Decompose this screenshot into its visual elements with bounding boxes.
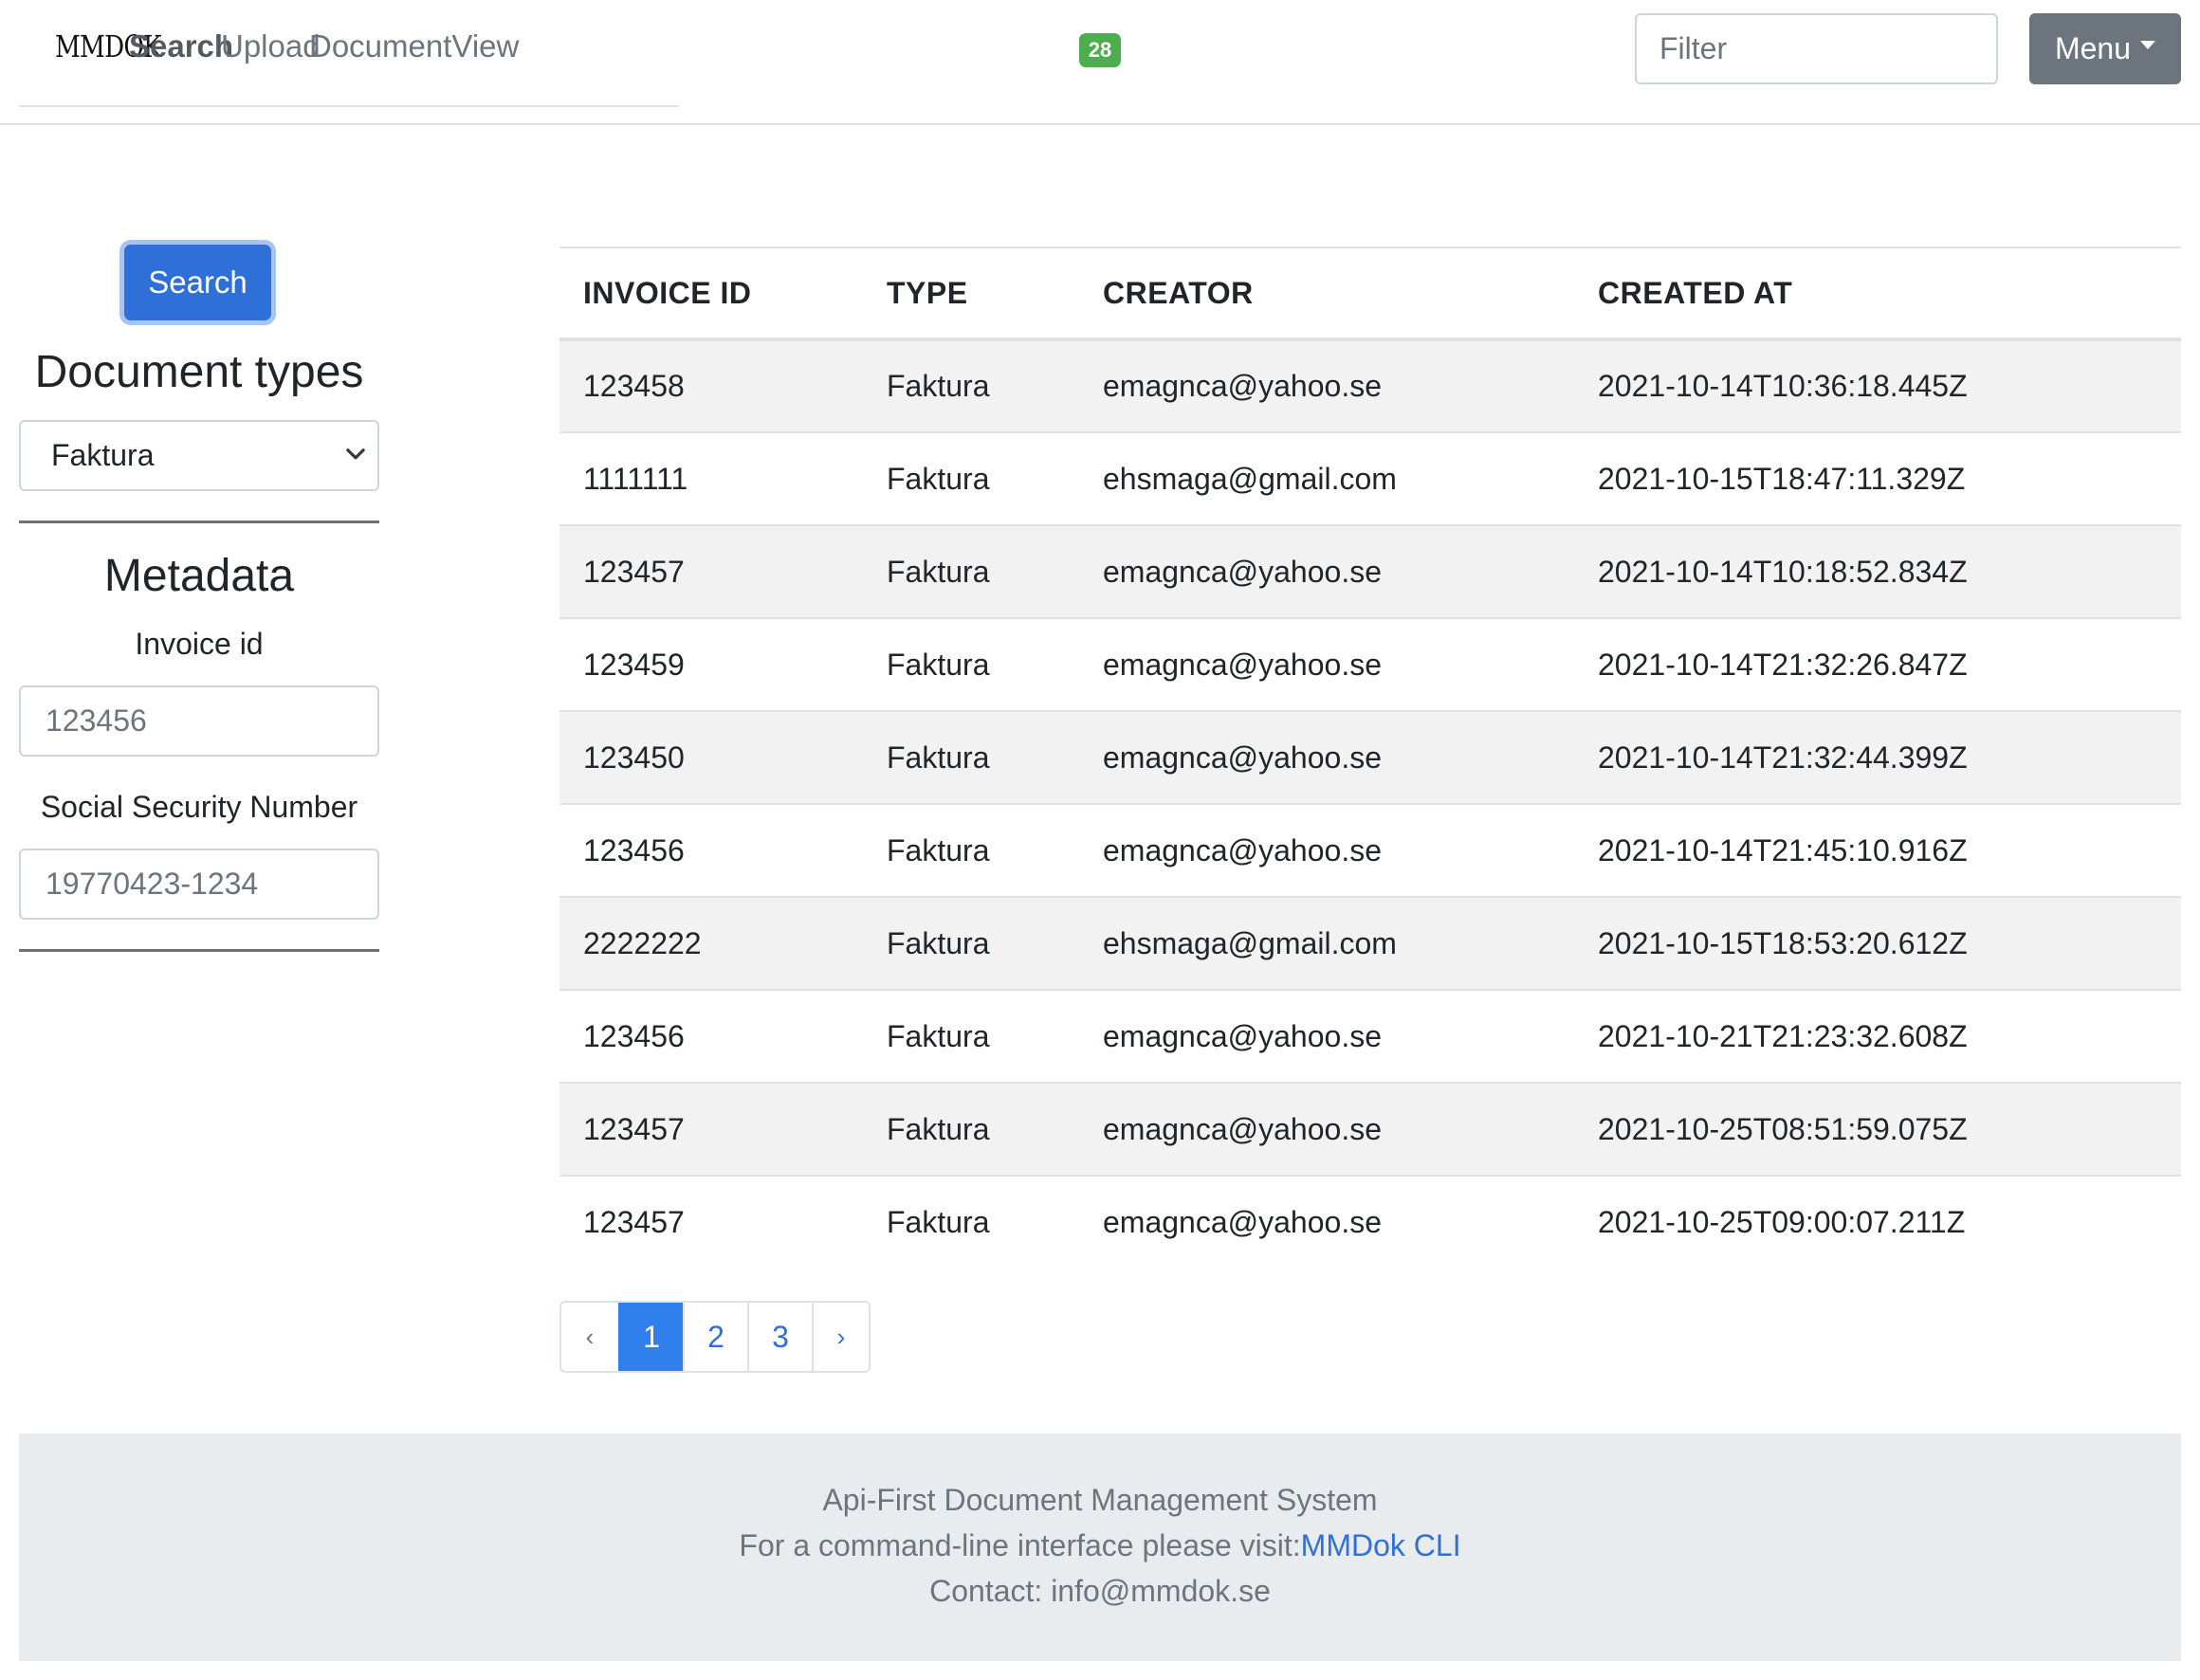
cell-invoice-id: 123458: [559, 338, 863, 432]
cell-type: Faktura: [863, 524, 1079, 618]
cell-invoice-id: 123456: [559, 803, 863, 897]
invoice-id-label: Invoice id: [135, 627, 264, 661]
table-row[interactable]: 2222222 Faktura ehsmaga@gmail.com 2021-10-1…: [559, 896, 2181, 990]
invoice-id-input[interactable]: [19, 685, 379, 757]
menu-dropdown-button[interactable]: Menu: [2029, 13, 2181, 84]
page-footer: Api-First Document Management System For…: [19, 1433, 2181, 1661]
cell-invoice-id: 123450: [559, 710, 863, 804]
cell-creator: emagnca@yahoo.se: [1079, 617, 1574, 711]
header-type[interactable]: TYPE: [863, 247, 1079, 341]
count-badge: 28: [1079, 33, 1121, 67]
cell-created-at: 2021-10-14T21:32:26.847Z: [1574, 617, 2181, 711]
cell-creator: ehsmaga@gmail.com: [1079, 896, 1574, 990]
cell-invoice-id: 1111111: [559, 431, 863, 525]
cell-invoice-id: 123457: [559, 1175, 863, 1269]
pagination-page-2[interactable]: 2: [683, 1303, 747, 1371]
chevron-down-icon: [346, 448, 365, 460]
table-row[interactable]: 1111111 Faktura ehsmaga@gmail.com 2021-10-1…: [559, 431, 2181, 525]
cell-created-at: 2021-10-14T10:18:52.834Z: [1574, 524, 2181, 618]
sidebar-divider: [19, 949, 379, 952]
cell-invoice-id: 123457: [559, 1082, 863, 1176]
cell-created-at: 2021-10-15T18:53:20.612Z: [1574, 896, 2181, 990]
ssn-label: Social Security Number: [40, 790, 358, 824]
cell-created-at: 2021-10-14T10:36:18.445Z: [1574, 338, 2181, 432]
header-invoice-id[interactable]: INVOICE ID: [559, 247, 863, 341]
cell-creator: ehsmaga@gmail.com: [1079, 431, 1574, 525]
document-type-select[interactable]: Faktura: [19, 420, 379, 491]
cell-creator: emagnca@yahoo.se: [1079, 1082, 1574, 1176]
document-type-selected: Faktura: [51, 438, 155, 472]
header-creator[interactable]: CREATOR: [1079, 247, 1574, 341]
footer-contact: Contact: info@mmdok.se: [929, 1574, 1271, 1608]
table-row[interactable]: 123456 Faktura emagnca@yahoo.se 2021-10-14T…: [559, 803, 2181, 897]
mmdok-cli-link[interactable]: MMDok CLI: [1301, 1528, 1461, 1562]
pagination-next[interactable]: ›: [812, 1303, 869, 1371]
cell-invoice-id: 2222222: [559, 896, 863, 990]
nav-left-group: MMDOK Search Upload DocumentView: [19, 0, 679, 107]
sidebar-divider: [19, 520, 379, 523]
cell-type: Faktura: [863, 1175, 1079, 1269]
cell-created-at: 2021-10-14T21:45:10.916Z: [1574, 803, 2181, 897]
cell-created-at: 2021-10-15T18:47:11.329Z: [1574, 431, 2181, 525]
cell-creator: emagnca@yahoo.se: [1079, 803, 1574, 897]
cell-type: Faktura: [863, 803, 1079, 897]
table-row[interactable]: 123450 Faktura emagnca@yahoo.se 2021-10-14T…: [559, 710, 2181, 804]
cell-created-at: 2021-10-25T09:00:07.211Z: [1574, 1175, 2181, 1269]
table-row[interactable]: 123456 Faktura emagnca@yahoo.se 2021-10-21T…: [559, 989, 2181, 1083]
cell-type: Faktura: [863, 431, 1079, 525]
top-navbar: MMDOK Search Upload DocumentView 28 Menu: [0, 0, 2200, 125]
cell-creator: emagnca@yahoo.se: [1079, 338, 1574, 432]
header-created-at[interactable]: CREATED AT: [1574, 247, 2181, 341]
cell-created-at: 2021-10-14T21:32:44.399Z: [1574, 710, 2181, 804]
cell-invoice-id: 123457: [559, 524, 863, 618]
results-table: INVOICE ID TYPE CREATOR CREATED AT 12345…: [559, 247, 2181, 1269]
cell-creator: emagnca@yahoo.se: [1079, 989, 1574, 1083]
pagination: ‹ 1 2 3 ›: [559, 1301, 871, 1373]
nav-link-documentview[interactable]: DocumentView: [309, 28, 519, 64]
pagination-page-3[interactable]: 3: [747, 1303, 812, 1371]
cell-creator: emagnca@yahoo.se: [1079, 524, 1574, 618]
footer-cli-line: For a command-line interface please visi…: [19, 1528, 2181, 1563]
cell-type: Faktura: [863, 1082, 1079, 1176]
cell-type: Faktura: [863, 617, 1079, 711]
cell-invoice-id: 123459: [559, 617, 863, 711]
search-button[interactable]: Search: [124, 245, 271, 320]
menu-label: Menu: [2054, 31, 2132, 65]
cell-creator: emagnca@yahoo.se: [1079, 710, 1574, 804]
cell-created-at: 2021-10-21T21:23:32.608Z: [1574, 989, 2181, 1083]
ssn-input[interactable]: [19, 849, 379, 920]
cell-type: Faktura: [863, 710, 1079, 804]
cell-created-at: 2021-10-25T08:51:59.075Z: [1574, 1082, 2181, 1176]
results-table-wrapper: INVOICE ID TYPE CREATOR CREATED AT 12345…: [559, 247, 2181, 1269]
cell-type: Faktura: [863, 338, 1079, 432]
document-types-heading: Document types: [34, 347, 364, 397]
table-row[interactable]: 123457 Faktura emagnca@yahoo.se 2021-10-25T…: [559, 1082, 2181, 1176]
cell-invoice-id: 123456: [559, 989, 863, 1083]
footer-cli-prefix: For a command-line interface please visi…: [739, 1528, 1301, 1562]
filter-input[interactable]: [1635, 13, 1998, 84]
cell-type: Faktura: [863, 989, 1079, 1083]
table-row[interactable]: 123457 Faktura emagnca@yahoo.se 2021-10-25T…: [559, 1175, 2181, 1269]
cell-type: Faktura: [863, 896, 1079, 990]
table-header-row: INVOICE ID TYPE CREATOR CREATED AT: [559, 247, 2181, 341]
table-row[interactable]: 123458 Faktura emagnca@yahoo.se 2021-10-14T…: [559, 338, 2181, 432]
nav-link-upload[interactable]: Upload: [221, 28, 321, 64]
cell-creator: emagnca@yahoo.se: [1079, 1175, 1574, 1269]
footer-tagline: Api-First Document Management System: [822, 1483, 1378, 1517]
caret-down-icon: [2140, 41, 2156, 49]
metadata-heading: Metadata: [103, 551, 295, 601]
nav-link-search[interactable]: Search: [129, 28, 233, 64]
pagination-page-1[interactable]: 1: [618, 1303, 683, 1371]
table-row[interactable]: 123459 Faktura emagnca@yahoo.se 2021-10-14T…: [559, 617, 2181, 711]
table-row[interactable]: 123457 Faktura emagnca@yahoo.se 2021-10-14T…: [559, 524, 2181, 618]
pagination-prev[interactable]: ‹: [561, 1303, 618, 1371]
